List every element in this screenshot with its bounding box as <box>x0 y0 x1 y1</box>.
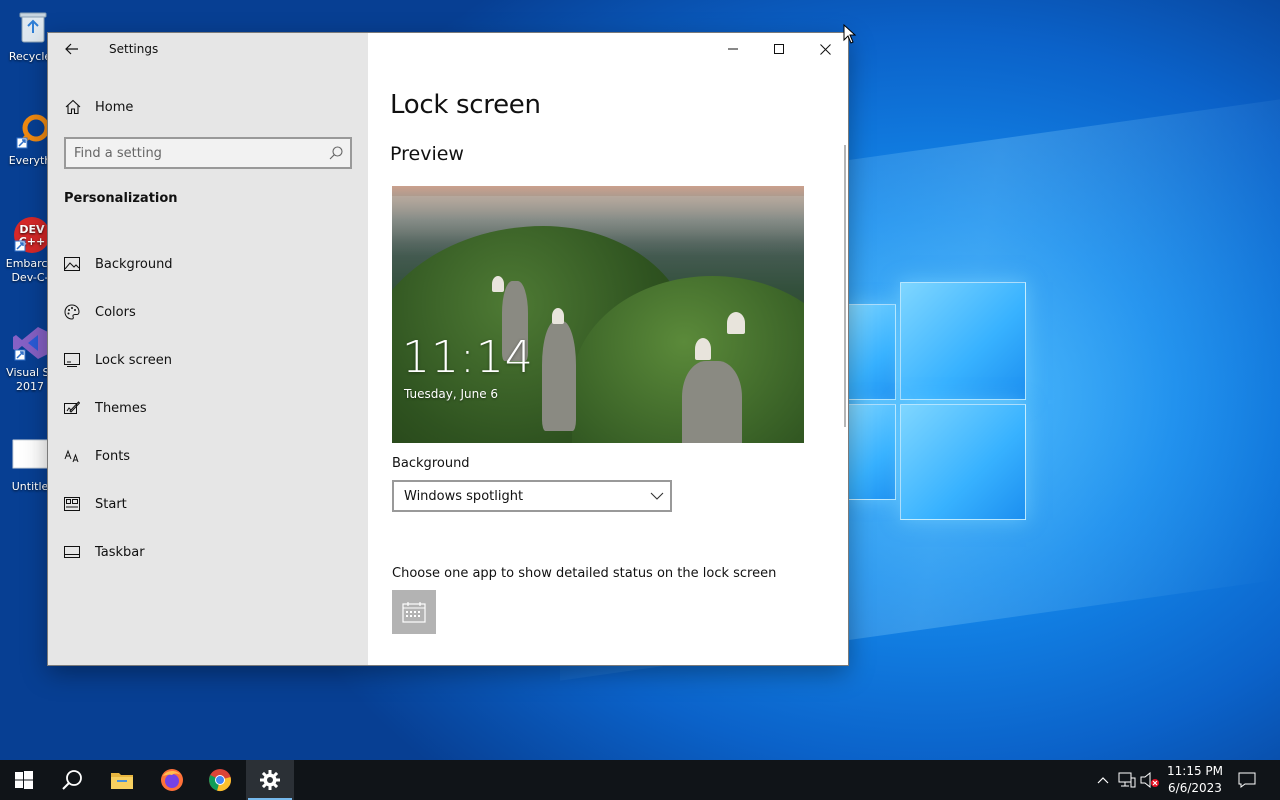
lock-screen-preview: 11:14 Tuesday, June 6 <box>392 186 804 443</box>
nav-item-label: Themes <box>95 400 147 416</box>
calendar-icon <box>402 602 426 623</box>
action-center-button[interactable] <box>1237 770 1257 790</box>
settings-window: Settings Home Personalization Background <box>48 33 848 665</box>
personalization-nav: Background Colors Lock screen Themes Fon… <box>48 240 368 576</box>
settings-content: Lock screen Preview 11:14 Tuesday, June … <box>368 33 848 665</box>
nav-item-label: Colors <box>95 304 136 320</box>
palette-icon <box>63 303 81 321</box>
network-tray-button[interactable] <box>1117 770 1137 790</box>
search-input[interactable] <box>74 144 314 162</box>
home-nav-item[interactable]: Home <box>48 91 368 123</box>
nav-item-background[interactable]: Background <box>48 240 368 288</box>
settings-icon <box>260 770 280 790</box>
chevron-up-icon <box>1097 777 1109 784</box>
themes-icon <box>63 399 81 417</box>
clock-date: 6/6/2023 <box>1168 781 1222 795</box>
nav-item-label: Start <box>95 496 127 512</box>
fonts-icon <box>63 447 81 465</box>
recycle-bin-icon <box>19 12 47 43</box>
everything-search-icon <box>16 114 50 149</box>
taskbar-chrome[interactable] <box>196 760 244 800</box>
background-dropdown-value: Windows spotlight <box>404 488 524 504</box>
notification-icon <box>1238 772 1256 788</box>
mouse-cursor-icon <box>843 24 857 44</box>
back-button[interactable] <box>60 39 84 59</box>
content-scrollbar[interactable] <box>844 145 846 427</box>
windows-logo-wallpaper <box>848 282 1028 522</box>
clock-time: 11:15 PM <box>1167 764 1223 778</box>
nav-item-fonts[interactable]: Fonts <box>48 432 368 480</box>
dev-cpp-icon: DEV C++ <box>14 217 50 253</box>
show-hidden-icons-button[interactable] <box>1093 770 1113 790</box>
preview-time: 11:14 <box>402 332 534 383</box>
back-arrow-icon <box>65 43 78 55</box>
windows-start-icon <box>15 771 33 789</box>
lock-screen-icon <box>63 351 81 369</box>
visual-studio-icon <box>13 327 48 361</box>
home-label: Home <box>95 99 134 115</box>
start-icon <box>63 495 81 513</box>
taskbar-icon <box>63 543 81 561</box>
nav-item-themes[interactable]: Themes <box>48 384 368 432</box>
taskbar-search-button[interactable] <box>48 760 96 800</box>
volume-muted-icon <box>1140 772 1159 788</box>
settings-sidebar: Settings Home Personalization Background <box>48 33 368 665</box>
window-title: Settings <box>109 42 159 56</box>
background-label: Background <box>392 456 470 471</box>
nav-item-label: Fonts <box>95 448 131 464</box>
search-icon <box>329 146 343 160</box>
start-button[interactable] <box>0 760 48 800</box>
firefox-icon <box>161 769 183 791</box>
nav-item-colors[interactable]: Colors <box>48 288 368 336</box>
nav-item-lock-screen[interactable]: Lock screen <box>48 336 368 384</box>
taskbar-clock[interactable]: 11:15 PM 6/6/2023 <box>1164 763 1226 797</box>
taskbar-file-explorer[interactable] <box>98 760 146 800</box>
search-box[interactable] <box>64 137 352 169</box>
maximize-button[interactable] <box>756 33 802 65</box>
page-title: Lock screen <box>390 90 541 120</box>
home-icon <box>65 99 81 115</box>
nav-item-label: Lock screen <box>95 352 172 368</box>
taskbar-settings[interactable] <box>246 760 294 800</box>
section-heading: Personalization <box>64 191 178 206</box>
network-icon <box>1118 772 1136 788</box>
minimize-icon <box>728 48 738 50</box>
detailed-status-app-button[interactable] <box>392 590 436 634</box>
nav-item-label: Background <box>95 256 173 272</box>
close-button[interactable] <box>802 33 848 65</box>
search-icon <box>62 770 82 790</box>
title-bar[interactable]: Settings <box>48 33 368 65</box>
image-icon <box>63 255 81 273</box>
chevron-down-icon <box>650 492 664 500</box>
taskbar: 11:15 PM 6/6/2023 <box>0 760 1280 800</box>
close-icon <box>819 43 831 55</box>
detailed-status-label: Choose one app to show detailed status o… <box>392 566 777 581</box>
file-icon <box>12 439 50 469</box>
maximize-icon <box>774 44 784 54</box>
nav-item-taskbar[interactable]: Taskbar <box>48 528 368 576</box>
nav-item-label: Taskbar <box>95 544 145 560</box>
preview-heading: Preview <box>390 143 464 165</box>
taskbar-firefox[interactable] <box>148 760 196 800</box>
volume-tray-button[interactable] <box>1140 770 1160 790</box>
nav-item-start[interactable]: Start <box>48 480 368 528</box>
preview-date: Tuesday, June 6 <box>404 387 499 401</box>
file-explorer-icon <box>111 773 133 789</box>
chrome-icon <box>209 769 231 791</box>
minimize-button[interactable] <box>710 33 756 65</box>
background-dropdown[interactable]: Windows spotlight <box>392 480 672 512</box>
